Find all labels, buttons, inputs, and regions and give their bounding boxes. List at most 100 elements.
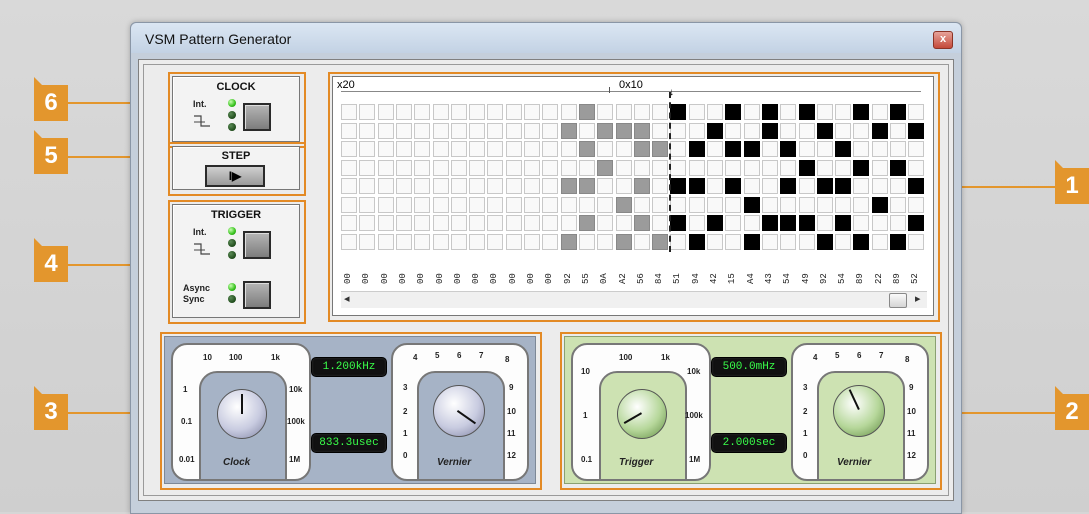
pattern-cell[interactable] <box>542 104 558 120</box>
pattern-cell[interactable] <box>762 141 778 157</box>
pattern-cell[interactable] <box>616 215 632 231</box>
pattern-cell[interactable] <box>872 197 888 213</box>
pattern-cell[interactable] <box>396 178 412 194</box>
pattern-cell[interactable] <box>542 141 558 157</box>
pattern-cell[interactable] <box>744 215 760 231</box>
pattern-cell[interactable] <box>835 197 851 213</box>
pattern-cell[interactable] <box>396 234 412 250</box>
pattern-cell[interactable] <box>561 234 577 250</box>
pattern-grid[interactable] <box>341 104 927 252</box>
pattern-cell[interactable] <box>579 104 595 120</box>
pattern-cell[interactable] <box>799 104 815 120</box>
pattern-cell[interactable] <box>652 234 668 250</box>
close-button[interactable]: x <box>933 31 953 49</box>
pattern-cell[interactable] <box>634 104 650 120</box>
pattern-cell[interactable] <box>872 104 888 120</box>
pattern-cell[interactable] <box>835 141 851 157</box>
pattern-cell[interactable] <box>451 160 467 176</box>
pattern-cell[interactable] <box>378 197 394 213</box>
horizontal-scrollbar[interactable]: ◂ ▸ <box>341 291 927 308</box>
pattern-cell[interactable] <box>799 234 815 250</box>
pattern-cell[interactable] <box>414 178 430 194</box>
pattern-cell[interactable] <box>359 104 375 120</box>
pattern-cell[interactable] <box>780 234 796 250</box>
pattern-cell[interactable] <box>744 160 760 176</box>
pattern-cell[interactable] <box>597 215 613 231</box>
step-button[interactable]: I▶ <box>205 165 265 187</box>
pattern-cell[interactable] <box>780 160 796 176</box>
pattern-cell[interactable] <box>469 234 485 250</box>
pattern-cell[interactable] <box>817 234 833 250</box>
pattern-cell[interactable] <box>670 215 686 231</box>
pattern-cell[interactable] <box>725 123 741 139</box>
pattern-cell[interactable] <box>469 141 485 157</box>
pattern-cell[interactable] <box>341 160 357 176</box>
pattern-cell[interactable] <box>487 234 503 250</box>
pattern-cell[interactable] <box>524 141 540 157</box>
pattern-cell[interactable] <box>359 178 375 194</box>
pattern-cell[interactable] <box>378 178 394 194</box>
pattern-cell[interactable] <box>378 141 394 157</box>
pattern-cell[interactable] <box>524 234 540 250</box>
trigger-toggle-button[interactable] <box>243 231 271 259</box>
pattern-cell[interactable] <box>817 160 833 176</box>
pattern-cell[interactable] <box>634 215 650 231</box>
pattern-cell[interactable] <box>579 141 595 157</box>
pattern-cell[interactable] <box>689 215 705 231</box>
pattern-cell[interactable] <box>433 234 449 250</box>
pattern-cell[interactable] <box>378 123 394 139</box>
pattern-cell[interactable] <box>707 234 723 250</box>
pattern-cell[interactable] <box>908 215 924 231</box>
pattern-cell[interactable] <box>744 234 760 250</box>
pattern-cell[interactable] <box>689 178 705 194</box>
pattern-cell[interactable] <box>451 104 467 120</box>
pattern-cell[interactable] <box>872 215 888 231</box>
pattern-cell[interactable] <box>597 234 613 250</box>
pattern-cell[interactable] <box>396 160 412 176</box>
pattern-cell[interactable] <box>378 104 394 120</box>
pattern-cell[interactable] <box>689 104 705 120</box>
pattern-cell[interactable] <box>835 160 851 176</box>
pattern-cell[interactable] <box>579 178 595 194</box>
pattern-cell[interactable] <box>597 197 613 213</box>
pattern-cell[interactable] <box>359 234 375 250</box>
pattern-cell[interactable] <box>378 215 394 231</box>
pattern-cell[interactable] <box>670 123 686 139</box>
pattern-cell[interactable] <box>799 141 815 157</box>
pattern-cell[interactable] <box>487 104 503 120</box>
pattern-cell[interactable] <box>451 178 467 194</box>
pattern-cell[interactable] <box>762 178 778 194</box>
pattern-cell[interactable] <box>908 104 924 120</box>
pattern-cell[interactable] <box>469 178 485 194</box>
pattern-cell[interactable] <box>487 215 503 231</box>
pattern-cell[interactable] <box>469 197 485 213</box>
pattern-cell[interactable] <box>725 178 741 194</box>
scroll-thumb[interactable] <box>889 293 907 308</box>
pattern-cell[interactable] <box>597 104 613 120</box>
pattern-cell[interactable] <box>414 160 430 176</box>
pattern-cell[interactable] <box>762 234 778 250</box>
pattern-cell[interactable] <box>725 234 741 250</box>
pattern-cell[interactable] <box>890 123 906 139</box>
pattern-cell[interactable] <box>469 160 485 176</box>
pattern-cell[interactable] <box>451 234 467 250</box>
pattern-cell[interactable] <box>341 141 357 157</box>
pattern-cell[interactable] <box>799 123 815 139</box>
pattern-cell[interactable] <box>762 197 778 213</box>
pattern-cell[interactable] <box>579 160 595 176</box>
pattern-cell[interactable] <box>561 215 577 231</box>
pattern-cell[interactable] <box>652 123 668 139</box>
pattern-cell[interactable] <box>359 123 375 139</box>
pattern-cell[interactable] <box>689 197 705 213</box>
clock-range-knob[interactable] <box>217 389 267 439</box>
pattern-cell[interactable] <box>616 160 632 176</box>
pattern-cell[interactable] <box>780 215 796 231</box>
pattern-cell[interactable] <box>817 123 833 139</box>
pattern-cell[interactable] <box>597 160 613 176</box>
pattern-cell[interactable] <box>433 215 449 231</box>
pattern-cell[interactable] <box>890 141 906 157</box>
pattern-cell[interactable] <box>707 160 723 176</box>
pattern-cell[interactable] <box>396 104 412 120</box>
pattern-cell[interactable] <box>561 104 577 120</box>
clock-toggle-button[interactable] <box>243 103 271 131</box>
